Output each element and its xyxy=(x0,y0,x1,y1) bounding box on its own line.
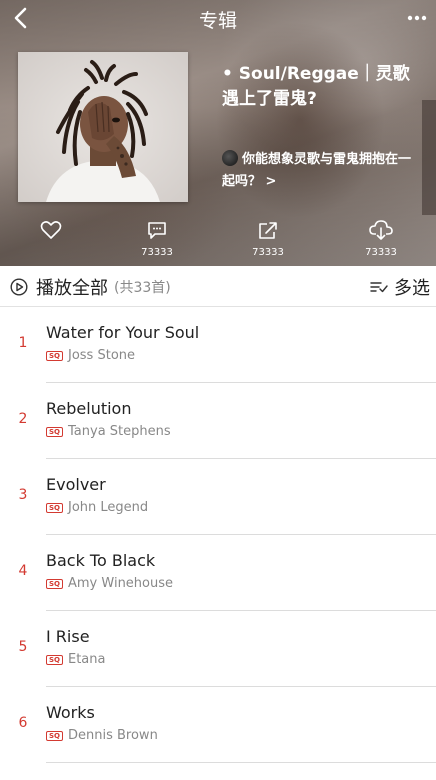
album-description[interactable]: 你能想象灵歌与雷鬼拥抱在一起吗？ > xyxy=(222,149,422,193)
track-title: Back To Black xyxy=(46,551,156,570)
play-all-button[interactable]: 播放全部 (共33首) xyxy=(10,274,171,300)
album-header: 专辑 • Soul/Reggae｜灵歌遇上了雷鬼? 你能想象灵歌与雷鬼拥抱在一起… xyxy=(0,0,436,266)
play-all-label: 播放全部 xyxy=(36,278,108,299)
play-all-bar: 播放全部 (共33首) 多选 xyxy=(0,266,436,307)
sq-quality-badge: SQ xyxy=(46,730,63,741)
album-cover-image xyxy=(18,52,188,202)
track-artist: Tanya Stephens xyxy=(68,424,171,439)
share-count: 73333 xyxy=(252,247,284,258)
sq-quality-badge: SQ xyxy=(46,502,63,513)
album-cover[interactable] xyxy=(18,52,188,202)
track-index: 4 xyxy=(18,563,28,579)
track-index: 6 xyxy=(18,715,28,731)
comment-icon xyxy=(148,221,166,239)
track-artist: Etana xyxy=(68,652,106,667)
download-count: 73333 xyxy=(365,247,397,258)
share-icon xyxy=(259,221,277,239)
comment-button[interactable]: 73333 xyxy=(127,216,187,264)
row-divider xyxy=(46,762,436,763)
track-meta: SQ Tanya Stephens xyxy=(46,424,171,439)
track-row[interactable]: 5 I Rise SQ Etana xyxy=(0,611,436,687)
download-icon xyxy=(369,220,393,240)
track-title: Rebelution xyxy=(46,399,132,418)
header-edge-strip xyxy=(422,100,436,215)
track-title: Works xyxy=(46,703,95,722)
track-index: 3 xyxy=(18,487,28,503)
track-artist: Dennis Brown xyxy=(68,728,158,743)
track-row[interactable]: 2 Rebelution SQ Tanya Stephens xyxy=(0,383,436,459)
track-row[interactable]: 6 Works SQ Dennis Brown xyxy=(0,687,436,763)
track-index: 1 xyxy=(18,335,28,351)
multi-select-label: 多选 xyxy=(394,278,430,299)
track-row[interactable]: 4 Back To Black SQ Amy Winehouse xyxy=(0,535,436,611)
track-artist: John Legend xyxy=(68,500,149,515)
multi-select-icon xyxy=(370,282,388,293)
curator-avatar xyxy=(222,150,238,166)
sq-quality-badge: SQ xyxy=(46,654,63,665)
track-meta: SQ Dennis Brown xyxy=(46,728,158,743)
track-title: Water for Your Soul xyxy=(46,323,200,342)
comment-count: 73333 xyxy=(141,247,173,258)
track-title: I Rise xyxy=(46,627,90,646)
sq-quality-badge: SQ xyxy=(46,426,63,437)
sq-quality-badge: SQ xyxy=(46,578,63,589)
track-list: 1 Water for Your Soul SQ Joss Stone 2 Re… xyxy=(0,307,436,763)
track-index: 5 xyxy=(18,639,28,655)
album-description-text: 你能想象灵歌与雷鬼拥抱在一起吗？ > xyxy=(222,152,412,189)
download-button[interactable]: 73333 xyxy=(351,216,411,264)
page-title: 专辑 xyxy=(198,10,237,32)
sq-quality-badge: SQ xyxy=(46,350,63,361)
album-title: • Soul/Reggae｜灵歌遇上了雷鬼? xyxy=(222,64,410,109)
album-actions: 73333 73333 73333 xyxy=(0,216,436,264)
share-button[interactable]: 73333 xyxy=(238,216,298,264)
track-count: (共33首) xyxy=(114,280,171,296)
track-artist: Amy Winehouse xyxy=(68,576,174,591)
track-meta: SQ Etana xyxy=(46,652,105,667)
more-horizontal-icon xyxy=(407,15,427,21)
more-button[interactable] xyxy=(404,8,430,28)
track-row[interactable]: 3 Evolver SQ John Legend xyxy=(0,459,436,535)
track-meta: SQ John Legend xyxy=(46,500,148,515)
like-button[interactable] xyxy=(21,216,81,264)
track-title: Evolver xyxy=(46,475,106,494)
play-circle-icon xyxy=(10,278,28,296)
track-meta: SQ Joss Stone xyxy=(46,348,135,363)
track-artist: Joss Stone xyxy=(68,348,136,363)
track-meta: SQ Amy Winehouse xyxy=(46,576,173,591)
track-row[interactable]: 1 Water for Your Soul SQ Joss Stone xyxy=(0,307,436,383)
track-index: 2 xyxy=(18,411,28,427)
multi-select-button[interactable]: 多选 xyxy=(370,274,430,300)
heart-icon xyxy=(40,221,62,239)
